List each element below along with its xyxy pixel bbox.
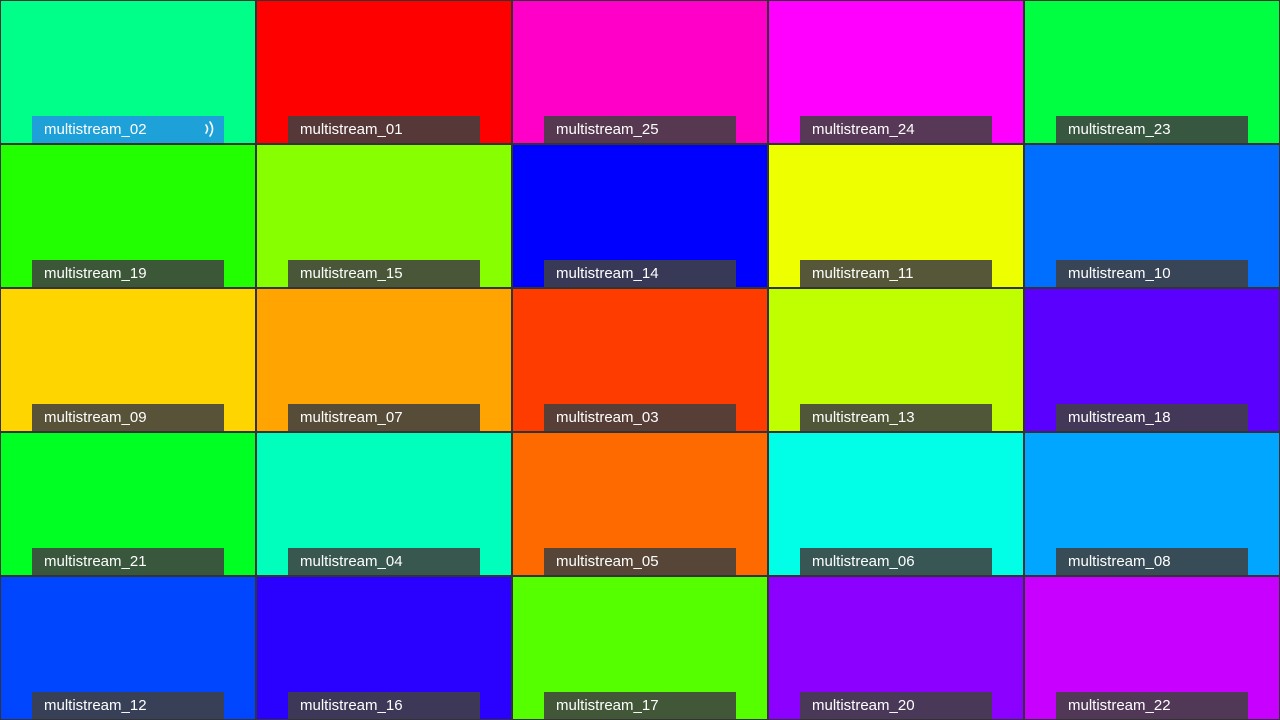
participant-name: multistream_01 — [300, 121, 403, 138]
participant-name-label: multistream_25 — [544, 116, 736, 143]
video-tile[interactable]: multistream_02 — [1, 1, 255, 143]
participant-name-label: multistream_03 — [544, 404, 736, 431]
video-tile[interactable]: multistream_21 — [1, 433, 255, 575]
participant-name-label: multistream_08 — [1056, 548, 1248, 575]
video-tile[interactable]: multistream_11 — [769, 145, 1023, 287]
video-tile[interactable]: multistream_24 — [769, 1, 1023, 143]
participant-name-label: multistream_06 — [800, 548, 992, 575]
video-tile[interactable]: multistream_25 — [513, 1, 767, 143]
video-tile[interactable]: multistream_10 — [1025, 145, 1279, 287]
participant-name-label: multistream_01 — [288, 116, 480, 143]
participant-name: multistream_07 — [300, 409, 403, 426]
participant-name: multistream_02 — [44, 121, 147, 138]
participant-name-label: multistream_04 — [288, 548, 480, 575]
participant-name-label: multistream_19 — [32, 260, 224, 287]
participant-name-label: multistream_24 — [800, 116, 992, 143]
participant-name-label: multistream_22 — [1056, 692, 1248, 719]
participant-name-label: multistream_07 — [288, 404, 480, 431]
participant-name: multistream_05 — [556, 553, 659, 570]
participant-name: multistream_21 — [44, 553, 147, 570]
video-tile[interactable]: multistream_22 — [1025, 577, 1279, 719]
participant-name: multistream_14 — [556, 265, 659, 282]
participant-name: multistream_18 — [1068, 409, 1171, 426]
participant-name: multistream_25 — [556, 121, 659, 138]
participant-name-label: multistream_13 — [800, 404, 992, 431]
participant-name: multistream_06 — [812, 553, 915, 570]
participant-name: multistream_20 — [812, 697, 915, 714]
participant-name: multistream_08 — [1068, 553, 1171, 570]
video-tile[interactable]: multistream_12 — [1, 577, 255, 719]
video-grid: multistream_02 multistream_01 multistream_… — [0, 0, 1280, 720]
participant-name-label: multistream_20 — [800, 692, 992, 719]
video-tile[interactable]: multistream_19 — [1, 145, 255, 287]
participant-name-label: multistream_17 — [544, 692, 736, 719]
participant-name-label: multistream_10 — [1056, 260, 1248, 287]
video-tile[interactable]: multistream_04 — [257, 433, 511, 575]
video-tile[interactable]: multistream_13 — [769, 289, 1023, 431]
participant-name-label: multistream_23 — [1056, 116, 1248, 143]
video-tile[interactable]: multistream_14 — [513, 145, 767, 287]
participant-name-label: multistream_02 — [32, 116, 224, 143]
participant-name-label: multistream_18 — [1056, 404, 1248, 431]
participant-name: multistream_10 — [1068, 265, 1171, 282]
video-tile[interactable]: multistream_09 — [1, 289, 255, 431]
video-tile[interactable]: multistream_20 — [769, 577, 1023, 719]
participant-name: multistream_03 — [556, 409, 659, 426]
participant-name-label: multistream_14 — [544, 260, 736, 287]
audio-speaking-icon — [205, 121, 214, 137]
participant-name-label: multistream_12 — [32, 692, 224, 719]
video-tile[interactable]: multistream_18 — [1025, 289, 1279, 431]
video-tile[interactable]: multistream_15 — [257, 145, 511, 287]
video-tile[interactable]: multistream_01 — [257, 1, 511, 143]
participant-name: multistream_11 — [812, 265, 914, 282]
video-tile[interactable]: multistream_16 — [257, 577, 511, 719]
video-tile[interactable]: multistream_17 — [513, 577, 767, 719]
participant-name: multistream_19 — [44, 265, 147, 282]
participant-name: multistream_22 — [1068, 697, 1171, 714]
video-tile[interactable]: multistream_08 — [1025, 433, 1279, 575]
participant-name-label: multistream_05 — [544, 548, 736, 575]
participant-name-label: multistream_16 — [288, 692, 480, 719]
participant-name-label: multistream_15 — [288, 260, 480, 287]
participant-name: multistream_09 — [44, 409, 147, 426]
participant-name: multistream_12 — [44, 697, 147, 714]
video-tile[interactable]: multistream_03 — [513, 289, 767, 431]
video-tile[interactable]: multistream_06 — [769, 433, 1023, 575]
participant-name: multistream_16 — [300, 697, 403, 714]
participant-name-label: multistream_11 — [800, 260, 992, 287]
participant-name: multistream_23 — [1068, 121, 1171, 138]
participant-name: multistream_17 — [556, 697, 659, 714]
participant-name-label: multistream_09 — [32, 404, 224, 431]
video-tile[interactable]: multistream_05 — [513, 433, 767, 575]
video-tile[interactable]: multistream_23 — [1025, 1, 1279, 143]
participant-name-label: multistream_21 — [32, 548, 224, 575]
participant-name: multistream_24 — [812, 121, 915, 138]
video-tile[interactable]: multistream_07 — [257, 289, 511, 431]
participant-name: multistream_13 — [812, 409, 915, 426]
participant-name: multistream_15 — [300, 265, 403, 282]
participant-name: multistream_04 — [300, 553, 403, 570]
